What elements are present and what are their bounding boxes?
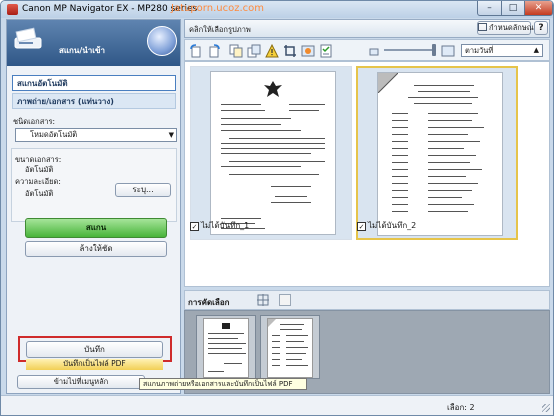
- page-corner-fold-icon: [378, 73, 398, 93]
- clear-selection-icon[interactable]: [279, 294, 291, 306]
- document-thumbnail: [203, 318, 249, 378]
- doc-size-value: อัตโนมัติ: [25, 165, 54, 174]
- grid-view-icon[interactable]: [257, 294, 269, 306]
- image-toolbar: ตามวันที่ ▲: [184, 39, 550, 61]
- document-thumbnail: [210, 71, 336, 235]
- enhance-icon[interactable]: [301, 44, 315, 58]
- tooltip: สแกนภาพถ่ายหรือเอกสารและบันทึกเป็นไฟล์ P…: [139, 378, 307, 390]
- checklist-icon[interactable]: [319, 44, 333, 58]
- doc-type-label: ชนิดเอกสาร:: [13, 117, 56, 126]
- title-bar: Canon MP Navigator EX - MP280 series Jat…: [1, 1, 553, 18]
- jump-main-menu-button[interactable]: ข้ามไปที่เมนูหลัก: [17, 375, 145, 389]
- thumbnail-checkbox-row[interactable]: ✓ ไม่ได้บันทึก_1: [190, 219, 249, 232]
- scan-button[interactable]: สแกน: [25, 218, 167, 238]
- mode-photo-document[interactable]: ภาพถ่าย/เอกสาร (แท่นวาง): [12, 93, 176, 109]
- workspace-header: คลิกให้เลือกรูปภาพ กำหนดลักษณะ ?: [184, 19, 550, 38]
- resize-grip-icon[interactable]: [542, 404, 550, 412]
- resolution-value: อัตโนมัติ: [25, 189, 54, 198]
- app-icon: [7, 4, 18, 15]
- main-menu-icon[interactable]: [147, 26, 177, 56]
- thumbnail-checkbox-row[interactable]: ✓ ไม่ได้บันทึก_2: [357, 219, 416, 232]
- clear-button[interactable]: ล้างให้ชัด: [25, 241, 167, 257]
- chevron-up-icon: ▲: [533, 46, 539, 54]
- selection-header: การคัดเลือก: [184, 290, 550, 310]
- doc-type-select[interactable]: โหมดอัตโนมัติ ▼: [15, 128, 177, 142]
- document-thumbnail: [267, 318, 313, 378]
- move-pages-icon[interactable]: [247, 44, 261, 58]
- thumbnail-card-selected[interactable]: [356, 66, 518, 240]
- selected-thumbnail[interactable]: [196, 315, 256, 379]
- thumbnail-checkbox[interactable]: ✓: [190, 222, 199, 231]
- zoom-out-image-icon[interactable]: [367, 44, 381, 58]
- specify-settings-button[interactable]: ระบุ...: [115, 183, 171, 197]
- garuda-emblem-icon: [264, 81, 282, 97]
- preferences-button[interactable]: กำหนดลักษณะ: [477, 21, 538, 35]
- save-button[interactable]: บันทึก: [26, 341, 163, 358]
- thumbnail-area: [184, 61, 550, 287]
- zoom-in-image-icon[interactable]: [441, 44, 455, 58]
- sort-order-value: ตามวันที่: [465, 46, 494, 55]
- sort-order-select[interactable]: ตามวันที่ ▲: [461, 44, 543, 57]
- rotate-right-icon[interactable]: [207, 44, 221, 58]
- copy-pages-icon[interactable]: [229, 44, 243, 58]
- preferences-icon: [478, 23, 487, 31]
- scanner-icon: [14, 27, 42, 49]
- selected-count: เลือก: 2: [447, 403, 475, 412]
- nav-header: สแกน/นำเข้า: [7, 20, 180, 66]
- status-bar: เลือก: 2: [1, 395, 553, 415]
- chevron-down-icon: ▼: [168, 131, 174, 139]
- crop-icon[interactable]: [283, 44, 297, 58]
- page-corner-fold-icon: [268, 319, 276, 327]
- maximize-button[interactable]: □: [501, 1, 525, 16]
- resolution-label: ความละเอียด:: [15, 177, 61, 186]
- document-thumbnail: [377, 72, 503, 236]
- close-button[interactable]: ✕: [524, 1, 553, 16]
- nav-title: สแกน/นำเข้า: [59, 46, 105, 55]
- thumbnail-label: ไม่ได้บันทึก_2: [368, 221, 417, 230]
- doc-type-value: โหมดอัตโนมัติ: [30, 130, 78, 139]
- rotate-left-icon[interactable]: [189, 44, 203, 58]
- zoom-slider-track[interactable]: [384, 49, 434, 51]
- warning-icon[interactable]: [265, 44, 279, 58]
- thumbnail-label: ไม่ได้บันทึก_1: [201, 221, 250, 230]
- zoom-slider-handle[interactable]: [432, 44, 436, 56]
- help-button[interactable]: ?: [534, 21, 548, 35]
- mode-auto-scan[interactable]: สแกนอัตโนมัติ: [12, 75, 176, 91]
- workspace-title: คลิกให้เลือกรูปภาพ: [189, 25, 251, 34]
- application-window: Canon MP Navigator EX - MP280 series Jat…: [0, 0, 554, 416]
- navigation-panel: สแกน/นำเข้า สแกนอัตโนมัติ ภาพถ่าย/เอกสาร…: [6, 19, 181, 394]
- minimize-button[interactable]: –: [477, 1, 502, 16]
- save-pdf-button[interactable]: บันทึกเป็นไฟล์ PDF: [26, 359, 163, 370]
- selected-thumbnail[interactable]: [260, 315, 320, 379]
- selection-label: การคัดเลือก: [188, 298, 230, 307]
- thumbnail-card[interactable]: [190, 66, 352, 240]
- preferences-label: กำหนดลักษณะ: [489, 23, 538, 32]
- watermark-text: Jatuporn.ucoz.com: [171, 3, 264, 14]
- thumbnail-checkbox[interactable]: ✓: [357, 222, 366, 231]
